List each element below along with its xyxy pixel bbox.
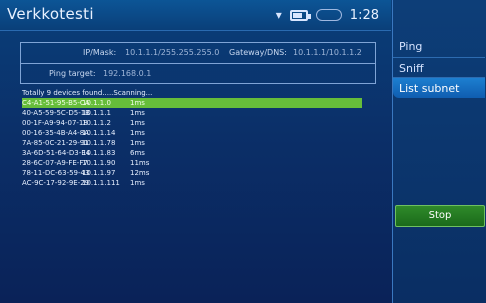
- device-latency: 1ms: [130, 179, 145, 187]
- device-mac: 78-11-DC-63-59-43: [22, 169, 90, 177]
- device-ip: 10.1.1.2: [82, 119, 111, 127]
- device-latency: 1ms: [130, 139, 145, 147]
- device-mac: 40-A5-59-5C-D5-1B: [22, 109, 90, 117]
- toggle-icon[interactable]: [315, 9, 342, 21]
- device-row[interactable]: C4-A1-51-95-B5-CA10.1.1.0 1ms: [22, 98, 362, 108]
- device-mac: 00-16-35-4B-A4-8A: [22, 129, 89, 137]
- device-screen: Verkkotesti ▾ 1:28 IP/Mask: 10.1.1.1/255…: [0, 0, 486, 303]
- stop-button[interactable]: Stop: [395, 205, 485, 227]
- device-row[interactable]: 00-1F-A9-94-07-1810.1.1.2 1ms: [22, 118, 362, 128]
- device-row[interactable]: 7A-85-0C-21-29-9110.1.1.78 1ms: [22, 138, 362, 148]
- device-mac: 28-6C-07-A9-FE-F7: [22, 159, 88, 167]
- status-bar: ▾ 1:28: [276, 6, 379, 24]
- ipmask-value: 10.1.1.1/255.255.255.0: [125, 48, 220, 57]
- tab-sniff[interactable]: Sniff: [393, 57, 485, 78]
- device-ip: 10.1.1.14: [82, 129, 116, 137]
- device-latency: 1ms: [130, 109, 145, 117]
- device-mac: 7A-85-0C-21-29-91: [22, 139, 89, 147]
- device-row[interactable]: 78-11-DC-63-59-4310.1.1.97 12ms: [22, 168, 362, 178]
- sidebar: Ping Sniff List subnet Stop: [392, 0, 486, 303]
- device-mac: C4-A1-51-95-B5-CA: [22, 99, 90, 107]
- scan-results: Totally 9 devices found.....Scanning... …: [22, 88, 362, 188]
- device-mac: 3A-6D-51-64-D3-E4: [22, 149, 91, 157]
- device-ip: 10.1.1.83: [82, 149, 116, 157]
- config-row-addressing: IP/Mask: 10.1.1.1/255.255.255.0 Gateway/…: [21, 43, 375, 64]
- signal-icon: ▾: [275, 8, 282, 22]
- device-ip: 10.1.1.111: [82, 179, 120, 187]
- device-row[interactable]: 28-6C-07-A9-FE-F710.1.1.90 11ms: [22, 158, 362, 168]
- device-ip: 10.1.1.97: [82, 169, 116, 177]
- device-mac: 00-1F-A9-94-07-18: [22, 119, 88, 127]
- ping-target-label: Ping target:: [49, 69, 96, 78]
- title-bar: Verkkotesti ▾ 1:28: [0, 0, 391, 31]
- gateway-value: 10.1.1.1/10.1.1.2: [293, 48, 362, 57]
- device-latency: 12ms: [130, 169, 150, 177]
- device-latency: 1ms: [130, 129, 145, 137]
- device-list: C4-A1-51-95-B5-CA10.1.1.0 1ms 40-A5-59-5C-…: [22, 98, 362, 188]
- clock: 1:28: [349, 7, 379, 23]
- app-title: Verkkotesti: [7, 5, 94, 23]
- device-latency: 1ms: [130, 119, 145, 127]
- device-ip: 10.1.1.1: [82, 109, 111, 117]
- device-row[interactable]: 3A-6D-51-64-D3-E410.1.1.83 6ms: [22, 148, 362, 158]
- device-latency: 6ms: [130, 149, 145, 157]
- device-ip: 10.1.1.78: [82, 139, 116, 147]
- scan-summary: Totally 9 devices found.....Scanning...: [22, 89, 153, 97]
- device-mac: AC-9C-17-92-9E-29: [22, 179, 90, 187]
- tab-list-subnet[interactable]: List subnet: [393, 77, 485, 98]
- tab-ping[interactable]: Ping: [393, 36, 485, 57]
- device-row[interactable]: 00-16-35-4B-A4-8A10.1.1.14 1ms: [22, 128, 362, 138]
- gateway-label: Gateway/DNS:: [229, 48, 287, 57]
- network-config-panel: IP/Mask: 10.1.1.1/255.255.255.0 Gateway/…: [20, 42, 376, 84]
- ping-target-value: 192.168.0.1: [103, 69, 152, 78]
- device-latency: 11ms: [130, 159, 150, 167]
- device-ip: 10.1.1.90: [82, 159, 116, 167]
- device-ip: 10.1.1.0: [82, 99, 111, 107]
- device-row[interactable]: AC-9C-17-92-9E-2910.1.1.111 1ms: [22, 178, 362, 188]
- device-latency: 1ms: [130, 99, 145, 107]
- device-row[interactable]: 40-A5-59-5C-D5-1B10.1.1.1 1ms: [22, 108, 362, 118]
- ipmask-label: IP/Mask:: [83, 48, 117, 57]
- battery-icon: [289, 9, 311, 21]
- config-row-ping: Ping target: 192.168.0.1: [21, 63, 375, 83]
